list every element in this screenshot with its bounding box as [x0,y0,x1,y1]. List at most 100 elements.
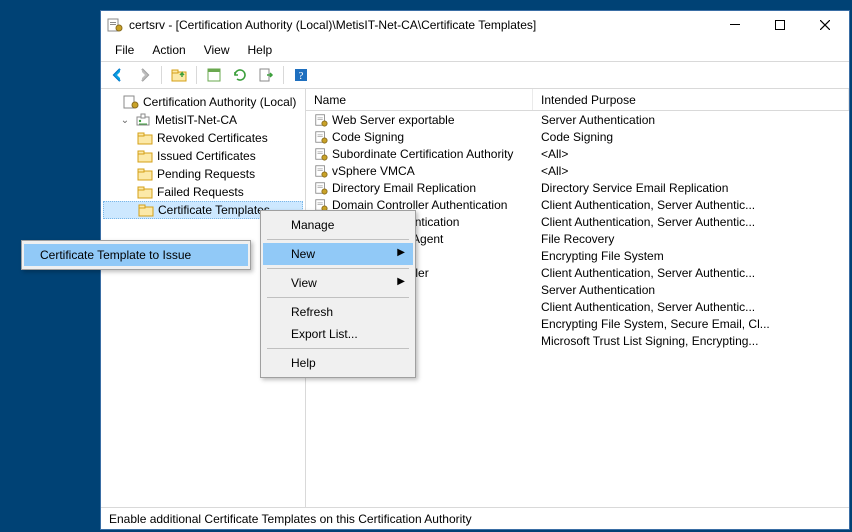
collapse-icon[interactable]: ⌄ [119,115,131,126]
row-name-label: Directory Email Replication [332,181,476,195]
close-button[interactable] [802,11,847,39]
certificate-template-icon [314,147,328,161]
cell-purpose: Client Authentication, Server Authentic.… [533,300,849,314]
app-icon [107,17,123,33]
cell-purpose: Code Signing [533,130,849,144]
ca-root-icon [123,94,139,110]
certificate-template-icon [314,164,328,178]
submenu-label: Certificate Template to Issue [40,248,191,262]
status-bar: Enable additional Certificate Templates … [101,507,849,529]
certificate-template-icon [314,113,328,127]
window-title: certsrv - [Certification Authority (Loca… [129,18,712,32]
row-name-label: Web Server exportable [332,113,455,127]
context-menu-label: New [291,247,315,261]
client-area: Certification Authority (Local) ⌄ MetisI… [101,89,849,507]
context-menu-label: Export List... [291,327,358,341]
cell-purpose: Server Authentication [533,113,849,127]
tree-item-label: Issued Certificates [157,149,256,163]
tree-root-label: Certification Authority (Local) [143,95,296,109]
properties-button[interactable] [203,64,225,86]
list-row[interactable]: Subordinate Certification Authority <All> [306,145,849,162]
context-menu-refresh[interactable]: Refresh [263,301,413,323]
context-menu-help[interactable]: Help [263,352,413,374]
context-menu-label: Help [291,356,316,370]
tree-item-label: Pending Requests [157,167,255,181]
cell-purpose: <All> [533,147,849,161]
list-row[interactable]: Code SigningCode Signing [306,128,849,145]
folder-icon [137,148,153,164]
folder-icon [137,166,153,182]
context-menu-separator [267,268,409,269]
menu-file[interactable]: File [107,41,142,59]
context-menu-separator [267,297,409,298]
maximize-button[interactable] [757,11,802,39]
context-menu-separator [267,348,409,349]
menu-bar: File Action View Help [101,39,849,61]
cell-purpose: Client Authentication, Server Authentic.… [533,215,849,229]
nav-back-button[interactable] [107,64,129,86]
nav-forward-button[interactable] [133,64,155,86]
tree-item-label: Failed Requests [157,185,244,199]
cell-name: Web Server exportable [306,113,533,127]
cell-purpose: <All> [533,164,849,178]
help-button[interactable]: ? [290,64,312,86]
cell-purpose: File Recovery [533,232,849,246]
list-row[interactable]: Directory Email Replication Directory Ser… [306,179,849,196]
context-menu-label: View [291,276,317,290]
submenu-arrow-icon: ▶ [397,247,405,258]
folder-icon [137,184,153,200]
up-level-button[interactable] [168,64,190,86]
cell-purpose: Server Authentication [533,283,849,297]
toolbar-separator [283,66,284,84]
toolbar-separator [161,66,162,84]
context-menu-new[interactable]: New ▶ [263,243,413,265]
ca-icon [135,112,151,128]
cell-purpose: Client Authentication, Server Authentic.… [533,266,849,280]
context-menu-label: Refresh [291,305,333,319]
column-name[interactable]: Name [306,89,533,110]
menu-view[interactable]: View [196,41,238,59]
folder-icon [138,202,154,218]
submenu-cert-template-to-issue[interactable]: Certificate Template to Issue [24,244,248,266]
row-name-label: Subordinate Certification Authority [332,147,513,161]
menu-action[interactable]: Action [144,41,193,59]
context-menu[interactable]: Manage New ▶ View ▶ Refresh Export List.… [260,210,416,378]
tree-failed[interactable]: Failed Requests [103,183,303,201]
folder-icon [137,130,153,146]
context-menu-view[interactable]: View ▶ [263,272,413,294]
cell-purpose: Encrypting File System, Secure Email, Cl… [533,317,849,331]
context-menu-label: Manage [291,218,334,232]
cell-purpose: Microsoft Trust List Signing, Encrypting… [533,334,849,348]
svg-text:?: ? [299,70,304,82]
tree-item-label: Certificate Templates [158,203,270,217]
cell-name: vSphere VMCA [306,164,533,178]
cell-purpose: Client Authentication, Server Authentic.… [533,198,849,212]
tree-ca[interactable]: ⌄ MetisIT-Net-CA [103,111,303,129]
list-header: Name Intended Purpose [306,89,849,111]
tree-pending[interactable]: Pending Requests [103,165,303,183]
certificate-template-icon [314,181,328,195]
submenu-arrow-icon: ▶ [397,276,405,287]
refresh-button[interactable] [229,64,251,86]
title-bar: certsrv - [Certification Authority (Loca… [101,11,849,39]
context-submenu-new[interactable]: Certificate Template to Issue [21,240,251,270]
context-menu-separator [267,239,409,240]
tree-revoked[interactable]: Revoked Certificates [103,129,303,147]
export-list-button[interactable] [255,64,277,86]
minimize-button[interactable] [712,11,757,39]
context-menu-manage[interactable]: Manage [263,214,413,236]
certificate-template-icon [314,130,328,144]
toolbar-separator [196,66,197,84]
tree-issued[interactable]: Issued Certificates [103,147,303,165]
menu-help[interactable]: Help [240,41,281,59]
tree-ca-label: MetisIT-Net-CA [155,113,237,127]
list-row[interactable]: vSphere VMCA<All> [306,162,849,179]
list-row[interactable]: Web Server exportable Server Authenticati… [306,111,849,128]
certsrv-window: certsrv - [Certification Authority (Loca… [100,10,850,530]
cell-name: Code Signing [306,130,533,144]
tree-root[interactable]: Certification Authority (Local) [103,93,303,111]
cell-name: Directory Email Replication [306,181,533,195]
column-purpose[interactable]: Intended Purpose [533,89,849,110]
cell-purpose: Directory Service Email Replication [533,181,849,195]
context-menu-export-list[interactable]: Export List... [263,323,413,345]
